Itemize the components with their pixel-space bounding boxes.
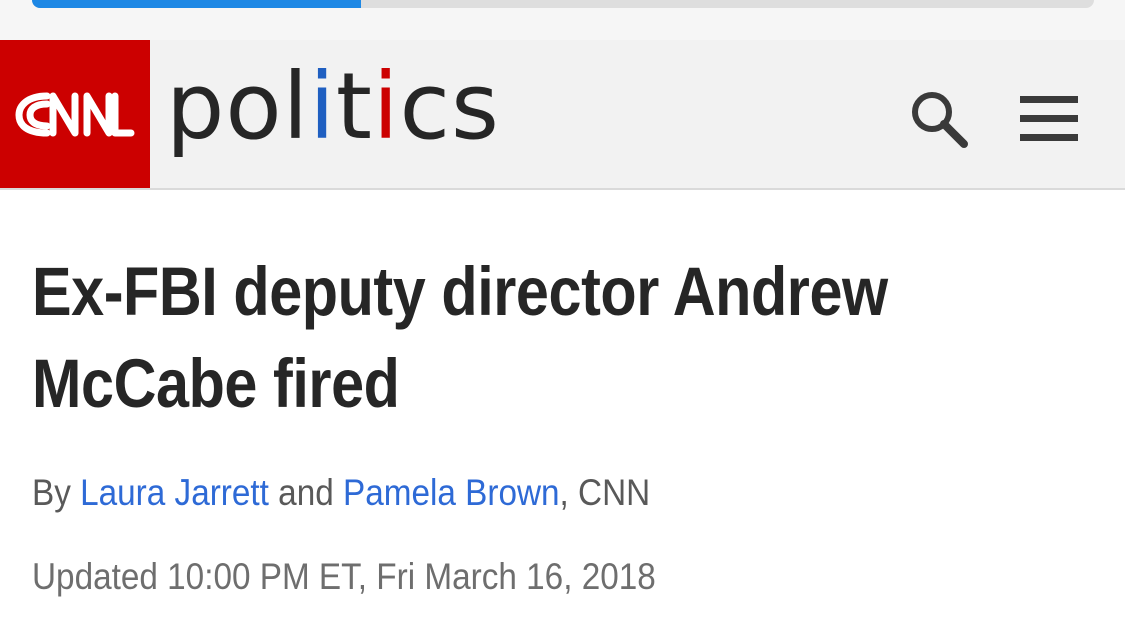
cnn-logo-mark xyxy=(15,92,135,137)
section-title-part-blue: i xyxy=(309,53,336,160)
section-title-part-red: i xyxy=(372,53,400,160)
author-link-laura-jarrett[interactable]: Laura Jarrett xyxy=(80,472,269,513)
search-icon xyxy=(912,92,968,148)
search-button[interactable] xyxy=(906,86,972,152)
menu-button[interactable] xyxy=(1016,86,1082,152)
section-title-part: t xyxy=(335,53,373,160)
byline-prefix: By xyxy=(32,472,81,513)
page-load-progress-bar xyxy=(32,0,1094,8)
article-headline: Ex-FBI deputy director Andrew McCabe fir… xyxy=(32,253,888,422)
section-title-part: cs xyxy=(399,53,500,160)
author-link-pamela-brown[interactable]: Pamela Brown xyxy=(343,472,560,513)
cnn-logo[interactable] xyxy=(0,40,150,188)
site-header: politics xyxy=(0,40,1125,190)
byline-suffix: , CNN xyxy=(559,472,651,513)
browser-chrome xyxy=(0,0,1125,41)
article-updated-timestamp: Updated 10:00 PM ET, Fri March 16, 2018 xyxy=(32,556,656,597)
section-title-part: pol xyxy=(166,53,310,160)
page-load-progress-fill xyxy=(32,0,362,8)
byline-and: and xyxy=(268,472,343,513)
article-byline: By Laura Jarrett and Pamela Brown, CNN xyxy=(32,470,650,516)
section-title-politics[interactable]: politics xyxy=(166,52,500,162)
hamburger-menu-icon xyxy=(1020,96,1078,141)
